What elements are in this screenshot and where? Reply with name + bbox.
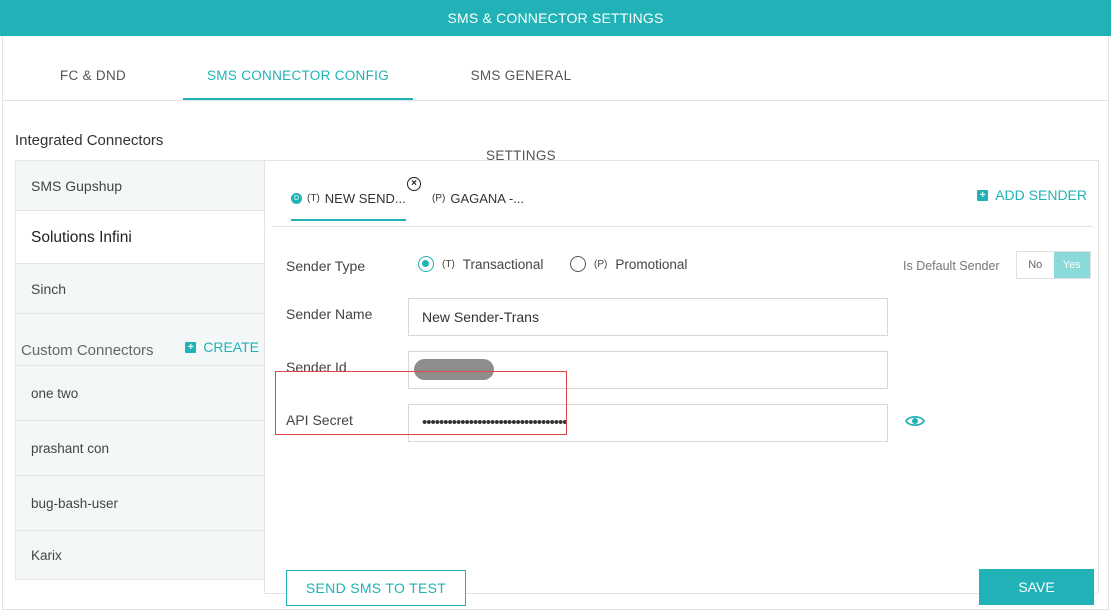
settings-frame: FC & DND SMS CONNECTOR CONFIG SMS GENERA… — [2, 36, 1109, 610]
radio-prefix: (T) — [442, 258, 455, 270]
sender-type-label: Sender Type — [286, 258, 366, 274]
save-button[interactable]: SAVE — [979, 569, 1094, 605]
tab-fc-dnd[interactable]: FC & DND — [58, 36, 128, 100]
plus-icon: + — [977, 189, 989, 201]
tab-sms-connector-config[interactable]: SMS CONNECTOR CONFIG — [183, 36, 413, 100]
sender-tab-new-sender[interactable]: D (T) NEW SEND... — [291, 191, 406, 221]
connector-item-sinch[interactable]: Sinch — [16, 264, 264, 314]
connector-item-prashant-con[interactable]: prashant con — [16, 421, 264, 476]
sender-id-input[interactable] — [408, 351, 888, 389]
connector-item-bug-bash-user[interactable]: bug-bash-user — [16, 476, 264, 531]
sender-tab-label: NEW SEND... — [324, 191, 406, 206]
send-sms-to-test-button[interactable]: SEND SMS TO TEST — [286, 570, 466, 606]
connector-list: SMS Gupshup Solutions Infini Sinch Custo… — [15, 160, 265, 580]
tab-bar: FC & DND SMS CONNECTOR CONFIG SMS GENERA… — [3, 36, 1108, 163]
close-tab-icon[interactable]: × — [407, 177, 421, 191]
sender-name-label: Sender Name — [286, 306, 373, 322]
integrated-connectors-title: Integrated Connectors — [15, 132, 164, 149]
connector-item-sms-gupshup[interactable]: SMS Gupshup — [16, 161, 264, 211]
sender-tab-gagana[interactable]: (P) GAGANA -... — [432, 191, 524, 206]
sender-tab-label: GAGANA -... — [450, 191, 525, 206]
sender-tab-prefix: (T) — [307, 193, 320, 204]
radio-label: Transactional — [462, 256, 544, 272]
radio-promotional[interactable]: (P) Promotional — [570, 256, 687, 272]
redacted-value — [414, 359, 494, 380]
radio-prefix: (P) — [594, 258, 608, 270]
sender-config-panel: D (T) NEW SEND... × (P) GAGANA -... + AD… — [264, 160, 1099, 606]
custom-connectors-title: Custom Connectors — [21, 342, 154, 359]
sender-id-label: Sender Id — [286, 359, 347, 375]
api-secret-input[interactable]: •••••••••••••••••••••••••••••••••• — [408, 404, 888, 442]
add-sender-label: ADD SENDER — [995, 187, 1087, 203]
radio-transactional[interactable]: (T) Transactional — [418, 256, 543, 272]
connector-item-one-two[interactable]: one two — [16, 366, 264, 421]
show-password-eye-icon[interactable] — [905, 414, 925, 428]
default-sender-toggle[interactable]: No Yes — [1016, 251, 1091, 279]
page-header: SMS & CONNECTOR SETTINGS — [0, 0, 1111, 36]
tab-sms-general-settings[interactable]: SMS GENERAL SETTINGS — [435, 36, 607, 163]
add-sender-button[interactable]: + ADD SENDER — [977, 187, 1087, 203]
sender-tab-prefix: (P) — [432, 193, 446, 204]
connector-item-solutions-infini[interactable]: Solutions Infini — [16, 211, 264, 264]
default-badge: D — [291, 193, 302, 204]
toggle-no[interactable]: No — [1017, 252, 1054, 278]
sender-tab-bar: D (T) NEW SEND... × (P) GAGANA -... + AD… — [271, 161, 1093, 227]
toggle-yes[interactable]: Yes — [1053, 252, 1090, 278]
sender-name-input[interactable]: New Sender-Trans — [408, 298, 888, 336]
create-label: CREATE — [203, 339, 259, 355]
default-sender-label: Is Default Sender — [903, 259, 1000, 273]
radio-label: Promotional — [615, 256, 688, 272]
connector-item-karix[interactable]: Karix — [16, 531, 264, 579]
api-secret-label: API Secret — [286, 412, 353, 428]
create-connector-button[interactable]: + CREATE — [185, 339, 259, 355]
plus-icon: + — [185, 341, 197, 353]
custom-connectors-header: Custom Connectors + CREATE — [16, 314, 264, 366]
radio-unselected-icon — [570, 256, 586, 272]
radio-selected-icon — [418, 256, 434, 272]
